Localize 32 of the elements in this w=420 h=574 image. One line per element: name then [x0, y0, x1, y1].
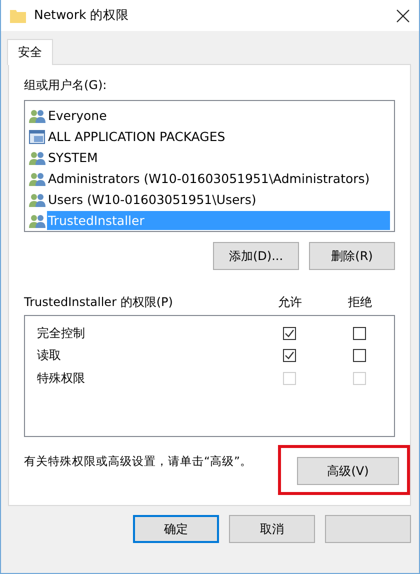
- users-icon: [29, 212, 46, 228]
- folder-icon: [10, 8, 26, 22]
- list-label: 组或用户名(G):: [24, 77, 108, 94]
- checkbox[interactable]: [282, 349, 296, 362]
- dialog-button[interactable]: 取消: [229, 515, 315, 543]
- list-button[interactable]: 删除(R): [309, 242, 395, 270]
- dialog-button[interactable]: 确定: [133, 515, 219, 543]
- hint-text: 有关特殊权限或高级设置，请单击“高级”。: [24, 454, 252, 469]
- close-icon[interactable]: [396, 8, 410, 22]
- checkbox[interactable]: [352, 326, 366, 340]
- column-header: 拒绝: [347, 294, 373, 311]
- permission-name: 完全控制: [37, 324, 86, 342]
- tab[interactable]: 安全: [7, 39, 53, 65]
- list-item[interactable]: Administrators (W10-01603051951\Administrators): [47, 169, 390, 188]
- users-icon: [29, 192, 46, 208]
- advanced-button[interactable]: 高级(V): [297, 457, 399, 485]
- checkbox[interactable]: [282, 326, 296, 340]
- window-title: Network 的权限: [34, 7, 130, 24]
- list-item[interactable]: Everyone: [47, 106, 390, 125]
- permission-name: 读取: [37, 347, 62, 364]
- users-icon: [29, 170, 46, 186]
- list-item[interactable]: ALL APPLICATION PACKAGES: [47, 127, 390, 146]
- column-header: 允许: [277, 294, 303, 311]
- users-icon: [29, 150, 46, 166]
- list-button[interactable]: 添加(D)...: [213, 242, 299, 270]
- permission-name: 特殊权限: [37, 370, 86, 387]
- packages-icon: [29, 128, 46, 144]
- users-icon: [29, 108, 46, 124]
- list-item[interactable]: Users (W10-01603051951\Users): [47, 190, 390, 209]
- permissions-label: TrustedInstaller 的权限(P): [24, 294, 174, 311]
- checkbox[interactable]: [352, 349, 366, 362]
- list-item[interactable]: SYSTEM: [47, 148, 390, 167]
